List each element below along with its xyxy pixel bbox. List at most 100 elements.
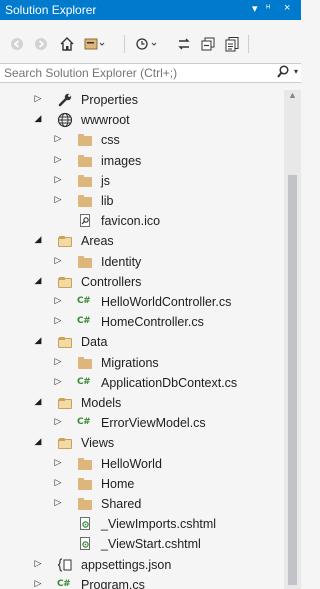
folder-open-icon [57, 274, 73, 290]
collapsed-arrow-icon[interactable]: ▷ [53, 376, 63, 387]
search-input[interactable] [4, 65, 264, 81]
back-button[interactable] [10, 34, 24, 54]
tree-item-label: Migrations [101, 356, 159, 370]
tree-item-label: Data [81, 335, 108, 349]
search-icon[interactable] [277, 65, 289, 82]
tree-item-label: Properties [81, 93, 138, 107]
scroll-up-arrow-icon[interactable]: ▲ [288, 90, 297, 100]
tree-item-label: Areas [81, 234, 114, 248]
expanded-arrow-icon[interactable]: ◢ [33, 234, 43, 245]
collapsed-arrow-icon[interactable]: ▷ [33, 578, 43, 589]
vertical-scrollbar[interactable]: ▲ [284, 90, 301, 589]
tree-item-label: Identity [101, 255, 142, 269]
folder-icon [77, 476, 93, 492]
tree-item[interactable]: ▷ js [0, 171, 284, 191]
solution-tree: ▷ Properties ◢ wwwroot ▷ css ▷ images ▷ js ▷ lib fav… [0, 90, 284, 589]
search-box[interactable]: ▾ [0, 63, 301, 83]
pending-changes-filter-button[interactable] [135, 34, 159, 54]
tree-item[interactable]: ◢ wwwroot [0, 110, 284, 130]
razor-file-icon [77, 536, 93, 552]
tree-item[interactable]: ▷ lib [0, 191, 284, 211]
pin-icon[interactable]: ᵸ [266, 2, 270, 14]
sync-with-active-document-button[interactable] [176, 34, 192, 54]
collapsed-arrow-icon[interactable]: ▷ [33, 93, 43, 104]
folder-icon [77, 496, 93, 512]
tree-item[interactable]: ◢ Areas [0, 231, 284, 251]
panel-options-dropdown-icon[interactable]: ▾ [252, 2, 258, 15]
tree-item[interactable]: ▷ Migrations [0, 353, 284, 373]
csharp-file-icon: C# [77, 377, 91, 387]
collapsed-arrow-icon[interactable]: ▷ [53, 194, 63, 205]
tree-item-label: Home [101, 477, 135, 491]
folder-icon [77, 173, 93, 189]
search-options-dropdown-icon[interactable]: ▾ [294, 67, 298, 76]
collapsed-arrow-icon[interactable]: ▷ [53, 497, 63, 508]
folder-icon [77, 153, 93, 169]
tree-item[interactable]: ▷ HelloWorld [0, 454, 284, 474]
tree-item-label: Models [81, 396, 122, 410]
folder-open-icon [57, 233, 73, 249]
expanded-arrow-icon[interactable]: ◢ [33, 396, 43, 407]
tree-item[interactable]: favicon.ico [0, 211, 284, 231]
tree-item[interactable]: _ViewImports.cshtml [0, 514, 284, 534]
expanded-arrow-icon[interactable]: ◢ [33, 275, 43, 286]
tree-item-label: HomeController.cs [101, 315, 204, 329]
tree-item-label: Program.cs [81, 578, 145, 589]
tree-item-label: Controllers [81, 275, 142, 289]
folder-open-icon [57, 435, 73, 451]
close-icon[interactable]: × [284, 2, 290, 14]
expanded-arrow-icon[interactable]: ◢ [33, 335, 43, 346]
expanded-arrow-icon[interactable]: ◢ [33, 436, 43, 447]
csharp-file-icon: C# [57, 579, 71, 589]
tree-item-label: js [101, 174, 111, 188]
tree-item-label: wwwroot [81, 113, 130, 127]
collapsed-arrow-icon[interactable]: ▷ [53, 295, 63, 306]
tree-item[interactable]: _ViewStart.cshtml [0, 534, 284, 554]
tree-item-label: lib [101, 194, 114, 208]
tree-item-label: appsettings.json [81, 558, 172, 572]
tree-item[interactable]: ▷ css [0, 130, 284, 150]
tree-item[interactable]: ▷ appsettings.json [0, 555, 284, 575]
collapsed-arrow-icon[interactable]: ▷ [53, 174, 63, 185]
tree-item-label: images [101, 154, 142, 168]
collapse-all-button[interactable] [200, 34, 216, 54]
tree-item[interactable]: ▷ C# HelloWorldController.cs [0, 292, 284, 312]
tree-item-label: css [101, 133, 120, 147]
tree-item[interactable]: ◢ Data [0, 332, 284, 352]
collapsed-arrow-icon[interactable]: ▷ [53, 255, 63, 266]
collapsed-arrow-icon[interactable]: ▷ [53, 477, 63, 488]
image-file-icon [77, 213, 93, 229]
folder-open-icon [57, 395, 73, 411]
collapsed-arrow-icon[interactable]: ▷ [33, 558, 43, 569]
collapsed-arrow-icon[interactable]: ▷ [53, 154, 63, 165]
home-button[interactable] [58, 34, 76, 54]
collapsed-arrow-icon[interactable]: ▷ [53, 133, 63, 144]
collapsed-arrow-icon[interactable]: ▷ [53, 356, 63, 367]
tree-item[interactable]: ◢ Controllers [0, 272, 284, 292]
tree-item[interactable]: ▷ C# ErrorViewModel.cs [0, 413, 284, 433]
tree-item-label: _ViewImports.cshtml [101, 517, 217, 531]
show-all-files-button[interactable] [224, 34, 240, 54]
tree-item[interactable]: ▷ C# HomeController.cs [0, 312, 284, 332]
forward-button[interactable] [34, 34, 48, 54]
collapsed-arrow-icon[interactable]: ▷ [53, 416, 63, 427]
tree-item[interactable]: ▷ C# Program.cs [0, 575, 284, 589]
tree-item-label: Shared [101, 497, 142, 511]
expanded-arrow-icon[interactable]: ◢ [33, 113, 43, 124]
collapsed-arrow-icon[interactable]: ▷ [53, 315, 63, 326]
switch-views-button[interactable] [84, 34, 106, 54]
tree-item[interactable]: ▷ C# ApplicationDbContext.cs [0, 373, 284, 393]
tree-item[interactable]: ▷ Home [0, 474, 284, 494]
title-bar: Solution Explorer ▾ ᵸ × [0, 0, 301, 20]
tree-item-label: ApplicationDbContext.cs [101, 376, 238, 390]
tree-item[interactable]: ▷ Identity [0, 252, 284, 272]
tree-item[interactable]: ▷ images [0, 151, 284, 171]
tree-item[interactable]: ◢ Models [0, 393, 284, 413]
scrollbar-thumb[interactable] [288, 175, 297, 585]
collapsed-arrow-icon[interactable]: ▷ [53, 457, 63, 468]
toolbar-separator [248, 35, 249, 53]
tree-item[interactable]: ▷ Properties [0, 90, 284, 110]
folder-icon [77, 193, 93, 209]
tree-item[interactable]: ▷ Shared [0, 494, 284, 514]
tree-item[interactable]: ◢ Views [0, 433, 284, 453]
